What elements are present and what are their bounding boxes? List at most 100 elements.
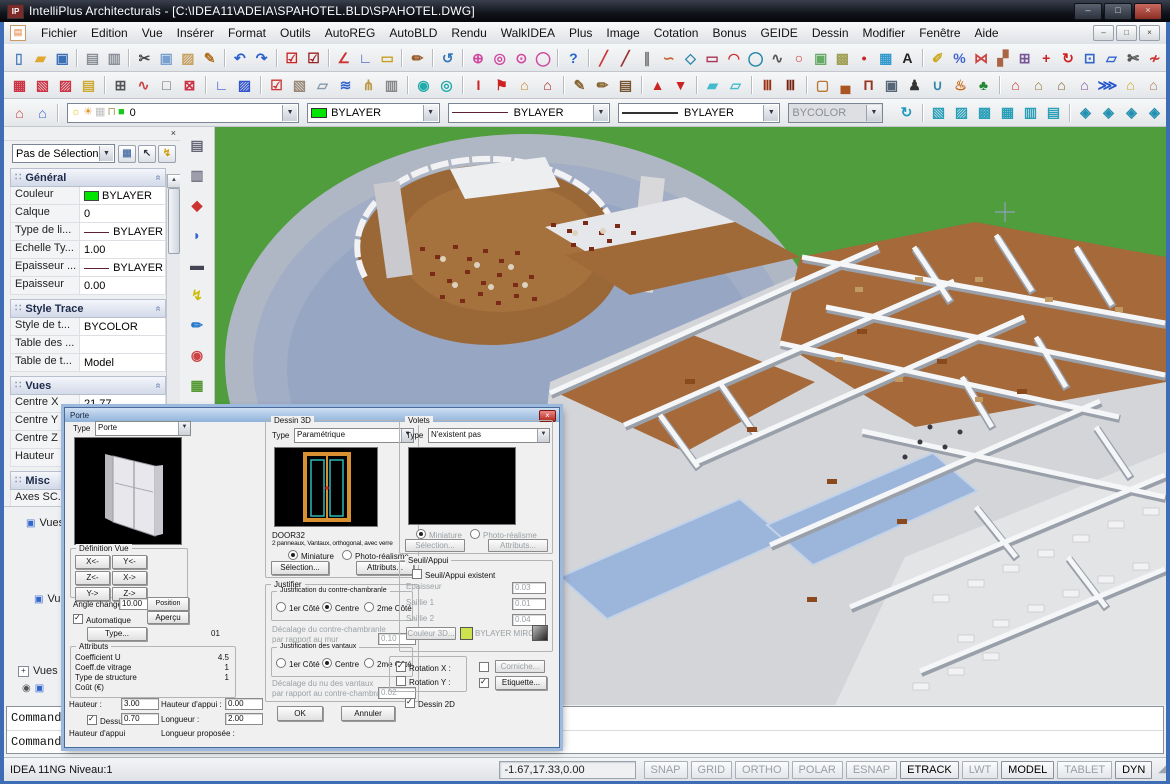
wall-dimension-icon[interactable]: ▤ (77, 74, 100, 97)
selection-button[interactable]: Sélection... (271, 561, 329, 575)
trim-icon[interactable]: ✄ (1122, 46, 1144, 69)
corniche-checkbox[interactable] (479, 662, 492, 673)
center-radio[interactable]: Centre (322, 602, 359, 613)
window-insert-icon[interactable]: ⊞ (109, 74, 132, 97)
close-icon[interactable]: × (171, 127, 176, 139)
measure-angle-icon[interactable]: ∟ (355, 46, 377, 69)
snap-toggle[interactable]: SNAP (644, 761, 688, 779)
lineweight-combo[interactable]: BYLAYER ▼ (618, 103, 780, 123)
menu-item[interactable]: Dessin (805, 23, 856, 43)
move-icon[interactable]: + (1035, 46, 1057, 69)
house-open-icon[interactable]: ⌂ (1119, 74, 1142, 97)
axis-rotate-button[interactable]: X-> (112, 571, 147, 585)
roof-tool-icon[interactable]: ⌂ (513, 74, 536, 97)
seat-icon[interactable]: ♟ (903, 74, 926, 97)
flash-edit-icon[interactable]: ↯ (184, 283, 210, 306)
measure-distance-icon[interactable]: ∠ (333, 46, 355, 69)
menu-item[interactable]: Fichier (34, 23, 84, 43)
camera-icon[interactable]: ◉ (22, 683, 31, 694)
menu-item[interactable]: Rendu (444, 23, 493, 43)
above-field[interactable]: 0.70 (121, 713, 159, 725)
paste-icon[interactable]: ▨ (177, 46, 199, 69)
pan-icon[interactable]: ↺ (437, 46, 459, 69)
view-cube-2-icon[interactable]: ▨ (950, 101, 973, 124)
chevron-down-icon[interactable]: ▼ (423, 105, 438, 121)
surface-icon[interactable]: ▱ (311, 74, 334, 97)
minimize-button[interactable]: – (1074, 3, 1102, 20)
polyline-icon[interactable]: ∽ (658, 46, 680, 69)
scale-icon[interactable]: ⊡ (1079, 46, 1101, 69)
axis-rotate-button[interactable]: Y-> (75, 587, 110, 601)
chevron-collapse-icon[interactable]: « (153, 306, 164, 312)
image-1-icon[interactable]: ▦ (184, 373, 210, 396)
zoom-window-icon[interactable]: ◎ (489, 46, 511, 69)
view-cube-4-icon[interactable]: ▦ (996, 101, 1019, 124)
railing-edit-icon[interactable]: Ⅲ (779, 74, 802, 97)
resize-grip-icon[interactable]: ◢ (1158, 764, 1166, 775)
axo-view-1-icon[interactable]: ◈ (1074, 101, 1097, 124)
quick-select-icon[interactable]: ↯ (158, 145, 176, 163)
circle-tool-icon[interactable]: ◉ (412, 74, 435, 97)
menu-item[interactable]: Fenêtre (912, 23, 967, 43)
property-value[interactable]: BYLAYER (80, 223, 165, 240)
chevron-down-icon[interactable]: ▼ (178, 422, 190, 435)
document-icon[interactable]: ▤ (10, 25, 26, 41)
roof-b-icon[interactable]: ⌂ (31, 101, 54, 124)
make-block-icon[interactable]: ▩ (832, 46, 854, 69)
zoom-previous-icon[interactable]: ◯ (532, 46, 554, 69)
etrack-toggle[interactable]: ETRACK (900, 761, 959, 779)
chevron-collapse-icon[interactable]: « (153, 175, 164, 181)
menu-item[interactable]: Aide (968, 23, 1006, 43)
spline-icon[interactable]: ∿ (766, 46, 788, 69)
child-minimize-button[interactable]: – (1093, 25, 1114, 41)
hatch-icon[interactable]: ▦ (875, 46, 897, 69)
schedule-icon[interactable]: ▤ (614, 74, 637, 97)
volume-edit-icon[interactable]: ▱ (724, 74, 747, 97)
wall-icon[interactable]: ▦ (8, 74, 31, 97)
property-value[interactable]: Model (80, 354, 165, 371)
point-icon[interactable]: • (853, 46, 875, 69)
column-flag-icon[interactable]: ⚑ (490, 74, 513, 97)
array-icon[interactable]: ⊞ (1014, 46, 1036, 69)
linetype-combo[interactable]: BYLAYER ▼ (448, 103, 610, 123)
wall-join-icon[interactable]: ▨ (54, 74, 77, 97)
extend-icon[interactable]: ≁ (1144, 46, 1166, 69)
corner-icon[interactable]: ∟ (210, 74, 233, 97)
menu-item[interactable]: Bonus (705, 23, 753, 43)
grid-toggle[interactable]: GRID (691, 761, 733, 779)
axo-view-3-icon[interactable]: ◈ (1120, 101, 1143, 124)
stretch-icon[interactable]: ▱ (1101, 46, 1123, 69)
circle-icon[interactable]: ○ (788, 46, 810, 69)
center-radio[interactable]: Centre (322, 658, 359, 669)
copy-icon[interactable]: ▣ (155, 46, 177, 69)
menu-item[interactable]: GEIDE (753, 23, 804, 43)
sofa-icon[interactable]: ▄ (834, 74, 857, 97)
restore-button[interactable]: □ (1104, 3, 1132, 20)
views-tree-node[interactable]: + Vues (18, 665, 58, 677)
zoom-realtime-icon[interactable]: ⊕ (467, 46, 489, 69)
menu-item[interactable]: Image (599, 23, 646, 43)
axis-rotate-button[interactable]: X<- (75, 555, 110, 569)
palette-icon[interactable]: ◉ (184, 343, 210, 366)
menu-item[interactable]: Plus (562, 23, 599, 43)
lamp-icon[interactable]: ♨ (949, 74, 972, 97)
menu-item[interactable]: AutoREG (318, 23, 383, 43)
explore-icon[interactable]: ▥ (380, 74, 403, 97)
section-header[interactable]: ∷ Vues « (10, 376, 166, 395)
section-header[interactable]: ∷ Général « (10, 168, 166, 187)
polar-toggle[interactable]: POLAR (792, 761, 843, 779)
cancel-button[interactable]: Annuler (341, 706, 395, 721)
drawing-2d-checkbox[interactable]: Dessin 2D (405, 698, 455, 709)
view-orbit-icon[interactable]: ↻ (895, 101, 918, 124)
window-wire-icon[interactable]: ∿ (132, 74, 155, 97)
wall-edit-icon[interactable]: ▧ (31, 74, 54, 97)
format-painter-icon[interactable]: ✎ (199, 46, 221, 69)
ok-button[interactable]: OK (277, 706, 323, 721)
menu-item[interactable]: Edition (84, 23, 135, 43)
length-field[interactable]: 2.00 (225, 713, 263, 725)
property-value[interactable]: BYLAYER (80, 187, 165, 204)
building-edit-icon[interactable]: ⌂ (1027, 74, 1050, 97)
first-side-radio[interactable]: 1er Côté (276, 602, 320, 613)
print-icon[interactable]: ▤ (82, 46, 104, 69)
color-combo[interactable]: BYLAYER ▼ (307, 103, 440, 123)
